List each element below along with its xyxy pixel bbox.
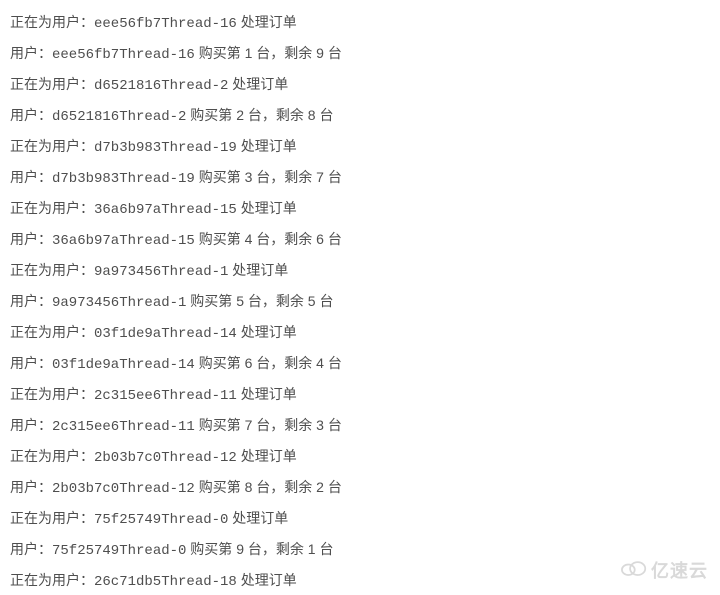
log-line-purchase: 用户：03f1de9aThread-14 购买第 6 台，剩余 4 台 [10,349,710,380]
log-line-processing: 正在为用户：36a6b97aThread-15 处理订单 [10,194,710,225]
log-line-purchase: 用户：2c315ee6Thread-11 购买第 7 台，剩余 3 台 [10,411,710,442]
log-line-purchase: 用户：2b03b7c0Thread-12 购买第 8 台，剩余 2 台 [10,473,710,504]
log-line-processing: 正在为用户：03f1de9aThread-14 处理订单 [10,318,710,349]
log-line-processing: 正在为用户：75f25749Thread-0 处理订单 [10,504,710,535]
log-line-processing: 正在为用户：26c71db5Thread-18 处理订单 [10,566,710,595]
watermark: 亿速云 [619,557,708,583]
log-line-processing: 正在为用户：2c315ee6Thread-11 处理订单 [10,380,710,411]
log-line-processing: 正在为用户：d7b3b983Thread-19 处理订单 [10,132,710,163]
console-log-output: 正在为用户：eee56fb7Thread-16 处理订单用户：eee56fb7T… [0,0,720,595]
log-line-processing: 正在为用户：2b03b7c0Thread-12 处理订单 [10,442,710,473]
cloud-icon [619,559,647,582]
log-line-purchase: 用户：d6521816Thread-2 购买第 2 台，剩余 8 台 [10,101,710,132]
watermark-text: 亿速云 [651,557,708,583]
log-line-purchase: 用户：eee56fb7Thread-16 购买第 1 台，剩余 9 台 [10,39,710,70]
log-line-purchase: 用户：d7b3b983Thread-19 购买第 3 台，剩余 7 台 [10,163,710,194]
log-line-purchase: 用户：9a973456Thread-1 购买第 5 台，剩余 5 台 [10,287,710,318]
log-line-purchase: 用户：75f25749Thread-0 购买第 9 台，剩余 1 台 [10,535,710,566]
log-line-purchase: 用户：36a6b97aThread-15 购买第 4 台，剩余 6 台 [10,225,710,256]
log-line-processing: 正在为用户：eee56fb7Thread-16 处理订单 [10,8,710,39]
log-line-processing: 正在为用户：9a973456Thread-1 处理订单 [10,256,710,287]
log-line-processing: 正在为用户：d6521816Thread-2 处理订单 [10,70,710,101]
